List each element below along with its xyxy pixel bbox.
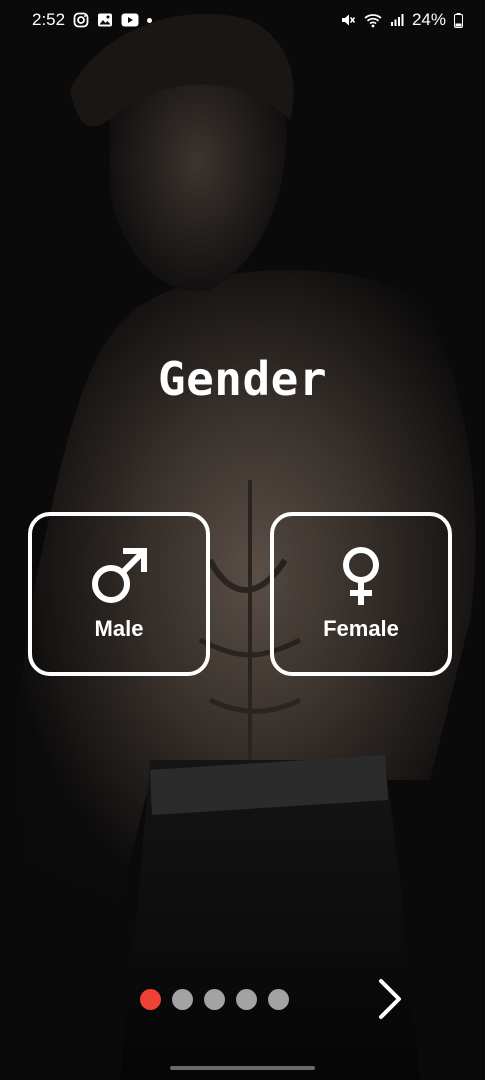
page-indicator xyxy=(140,989,289,1010)
page-dot-2 xyxy=(172,989,193,1010)
wifi-icon xyxy=(364,13,382,28)
instagram-icon xyxy=(73,12,89,28)
page-dot-5 xyxy=(268,989,289,1010)
signal-icon xyxy=(390,13,404,27)
gallery-icon xyxy=(97,12,113,28)
female-option-label: Female xyxy=(323,616,399,641)
status-bar: 2:52 24% xyxy=(0,0,485,40)
female-option-button[interactable]: Female xyxy=(270,512,452,676)
chevron-right-icon xyxy=(379,979,401,1019)
status-time: 2:52 xyxy=(32,10,66,29)
next-button[interactable] xyxy=(370,974,410,1024)
mute-icon xyxy=(340,12,356,28)
status-bar-left: 2:52 xyxy=(32,10,153,30)
page-dot-4 xyxy=(236,989,257,1010)
page-dot-3 xyxy=(204,989,225,1010)
page-dot-1 xyxy=(140,989,161,1010)
male-option-button[interactable]: Male xyxy=(28,512,210,676)
home-indicator[interactable] xyxy=(170,1066,315,1070)
status-bar-right: 24% xyxy=(340,10,463,30)
page-title: Gender xyxy=(157,352,328,406)
battery-icon xyxy=(454,12,463,28)
male-symbol-icon xyxy=(88,546,150,606)
youtube-icon xyxy=(121,13,139,27)
notification-dot xyxy=(147,17,153,23)
female-symbol-icon xyxy=(336,546,386,606)
battery-percentage: 24% xyxy=(411,10,446,29)
male-option-label: Male xyxy=(94,616,144,641)
